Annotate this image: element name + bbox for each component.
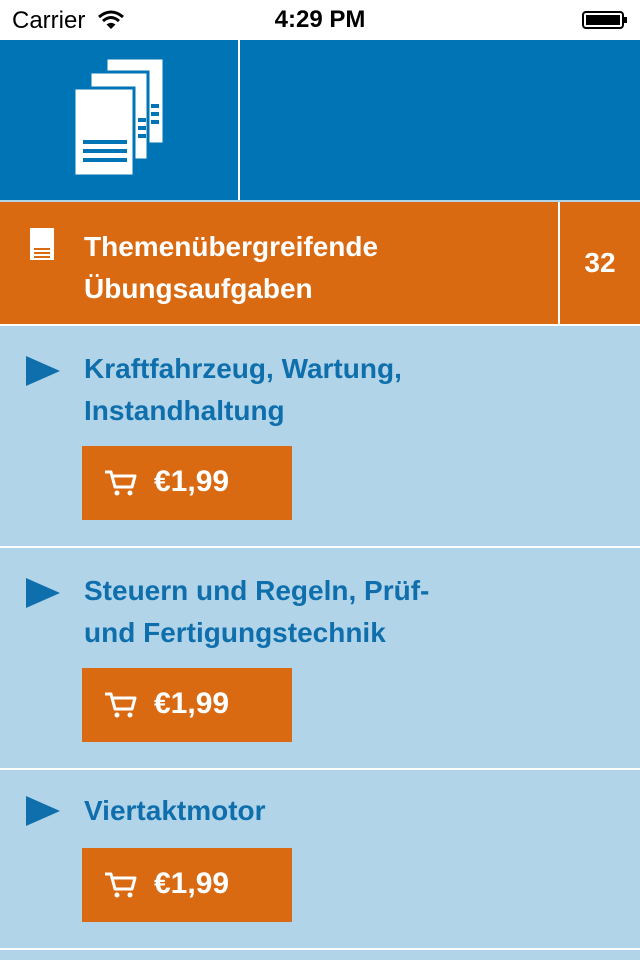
list-item[interactable]: Viertaktmotor €1,99 bbox=[0, 768, 640, 948]
list-item[interactable]: Kraftfahrzeug, Wartung, Instandhaltung €… bbox=[0, 324, 640, 546]
price-label: €1,99 bbox=[154, 465, 230, 498]
category-title-line1: Themenübergreifende bbox=[84, 231, 379, 262]
item-title: Kraftfahrzeug, Wartung, Instandhaltung bbox=[84, 348, 604, 432]
item-title-line1: Kraftfahrzeug, Wartung, bbox=[84, 353, 402, 384]
category-count: 32 bbox=[558, 202, 640, 324]
item-title-line1: Steuern und Regeln, Prüf- bbox=[84, 575, 430, 606]
list-item[interactable] bbox=[0, 948, 640, 960]
buy-button[interactable]: €1,99 bbox=[82, 848, 292, 922]
buy-button[interactable]: €1,99 bbox=[82, 668, 292, 742]
category-title-line2: Übungsaufgaben bbox=[84, 273, 313, 304]
list-item[interactable]: Steuern und Regeln, Prüf- und Fertigungs… bbox=[0, 546, 640, 768]
documents-icon bbox=[72, 56, 166, 178]
status-bar: Carrier 4:29 PM bbox=[0, 0, 640, 40]
price-label: €1,99 bbox=[154, 867, 230, 900]
item-title: Steuern und Regeln, Prüf- und Fertigungs… bbox=[84, 570, 604, 654]
play-arrow-icon bbox=[26, 578, 60, 608]
item-title: Viertaktmotor bbox=[84, 790, 604, 832]
item-title-line1: Viertaktmotor bbox=[84, 795, 266, 826]
buy-button[interactable]: €1,99 bbox=[82, 446, 292, 520]
cart-icon bbox=[105, 692, 137, 718]
item-title-line2: Instandhaltung bbox=[84, 395, 285, 426]
play-arrow-icon bbox=[26, 796, 60, 826]
play-arrow-icon bbox=[26, 356, 60, 386]
item-title-line2: und Fertigungstechnik bbox=[84, 617, 386, 648]
status-time: 4:29 PM bbox=[274, 6, 366, 33]
header-banner bbox=[0, 40, 640, 200]
cart-icon bbox=[105, 470, 137, 496]
category-title: Themenübergreifende Übungsaufgaben bbox=[84, 226, 544, 310]
price-label: €1,99 bbox=[154, 687, 230, 720]
battery-icon bbox=[582, 11, 627, 29]
header-icon-cell bbox=[0, 40, 240, 200]
category-row[interactable]: Themenübergreifende Übungsaufgaben 32 bbox=[0, 202, 640, 324]
document-icon bbox=[30, 228, 54, 260]
cart-icon bbox=[105, 872, 137, 898]
